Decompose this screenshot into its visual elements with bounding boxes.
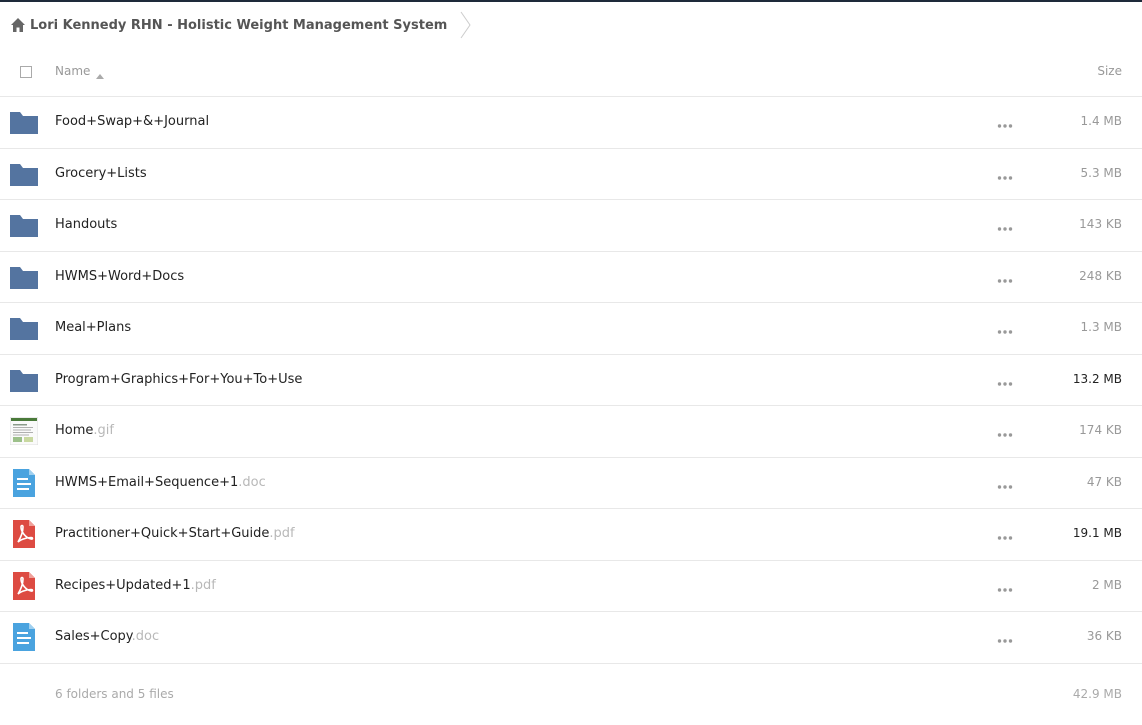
item-name-link[interactable]: Grocery+Lists: [55, 166, 147, 181]
item-name-link[interactable]: Home.gif: [55, 423, 114, 438]
folder-row[interactable]: Grocery+Lists 5.3 MB: [0, 149, 1142, 200]
item-name: Recipes+Updated+1: [55, 577, 191, 593]
folder-icon[interactable]: [10, 108, 38, 136]
list-footer: 6 folders and 5 files 42.9 MB: [0, 680, 1142, 710]
item-extension: .doc: [131, 629, 160, 644]
item-name-link[interactable]: Recipes+Updated+1.pdf: [55, 578, 216, 593]
item-name: Food+Swap+&+Journal: [55, 114, 210, 129]
size-column-header[interactable]: Size: [1097, 64, 1122, 78]
top-border: [0, 0, 1142, 2]
breadcrumb-chevron-icon: [459, 11, 473, 39]
folder-row[interactable]: HWMS+Word+Docs 248 KB: [0, 252, 1142, 303]
more-options-icon[interactable]: [997, 220, 1013, 232]
folder-icon[interactable]: [10, 211, 38, 239]
folder-row[interactable]: Program+Graphics+For+You+To+Use 13.2 MB: [0, 355, 1142, 406]
item-size: 174 KB: [1079, 423, 1122, 437]
home-icon[interactable]: [10, 17, 26, 33]
folder-icon[interactable]: [10, 314, 38, 342]
more-options-icon[interactable]: [997, 375, 1013, 387]
document-icon[interactable]: [10, 468, 38, 497]
pdf-icon[interactable]: [10, 520, 38, 548]
item-count-summary: 6 folders and 5 files: [55, 687, 174, 701]
item-size: 19.1 MB: [1072, 526, 1122, 540]
breadcrumb: Lori Kennedy RHN - Holistic Weight Manag…: [10, 11, 473, 39]
item-size: 5.3 MB: [1080, 165, 1122, 180]
more-options-icon[interactable]: [997, 632, 1013, 644]
item-name-link[interactable]: Sales+Copy.doc: [55, 629, 159, 644]
item-extension: .pdf: [190, 577, 216, 593]
item-size: 1.4 MB: [1080, 114, 1122, 128]
item-size: 13.2 MB: [1072, 371, 1122, 386]
more-options-icon[interactable]: [997, 169, 1013, 181]
item-size: 143 KB: [1079, 217, 1122, 231]
more-options-icon[interactable]: [997, 323, 1013, 335]
item-name: Home: [55, 423, 94, 438]
document-icon[interactable]: [10, 623, 38, 651]
folder-row[interactable]: Food+Swap+&+Journal 1.4 MB: [0, 97, 1142, 149]
item-name-link[interactable]: Practitioner+Quick+Start+Guide.pdf: [55, 526, 295, 541]
item-name-link[interactable]: Handouts: [55, 217, 117, 232]
folder-icon[interactable]: [10, 366, 38, 394]
image-thumbnail-icon[interactable]: [9, 416, 39, 446]
select-all-checkbox[interactable]: [20, 66, 32, 78]
file-row[interactable]: Recipes+Updated+1.pdf 2 MB: [0, 561, 1142, 612]
pdf-icon[interactable]: [10, 571, 38, 600]
item-name-link[interactable]: Meal+Plans: [55, 320, 131, 335]
name-column-header[interactable]: Name: [55, 64, 105, 79]
file-row[interactable]: HWMS+Email+Sequence+1.doc 47 KB: [0, 458, 1142, 509]
item-name-link[interactable]: Food+Swap+&+Journal: [55, 114, 209, 129]
item-extension: .doc: [238, 474, 266, 490]
item-name: Meal+Plans: [55, 320, 132, 335]
item-name: Program+Graphics+For+You+To+Use: [55, 371, 303, 387]
more-options-icon[interactable]: [997, 272, 1013, 284]
more-options-icon[interactable]: [997, 478, 1013, 490]
item-size: 248 KB: [1079, 268, 1122, 283]
folder-row[interactable]: Meal+Plans 1.3 MB: [0, 303, 1142, 355]
folder-row[interactable]: Handouts 143 KB: [0, 200, 1142, 252]
item-size: 36 KB: [1086, 629, 1122, 643]
sort-ascending-icon: [96, 68, 105, 79]
name-column-label: Name: [55, 64, 91, 78]
item-extension: .pdf: [269, 526, 295, 541]
item-name: Handouts: [55, 217, 118, 232]
item-name: HWMS+Word+Docs: [55, 268, 185, 284]
file-list: Food+Swap+&+Journal 1.4 MB Grocery+Lists 5.…: [0, 97, 1142, 664]
item-name: Grocery+Lists: [55, 165, 147, 181]
item-size: 1.3 MB: [1080, 320, 1122, 334]
more-options-icon[interactable]: [997, 426, 1013, 438]
file-row[interactable]: Practitioner+Quick+Start+Guide.pdf 19.1 M…: [0, 509, 1142, 561]
more-options-icon[interactable]: [997, 117, 1013, 129]
file-row[interactable]: Home.gif 174 KB: [0, 406, 1142, 458]
folder-icon[interactable]: [10, 263, 38, 291]
breadcrumb-current-folder[interactable]: Lori Kennedy RHN - Holistic Weight Manag…: [30, 18, 447, 33]
item-size: 47 KB: [1086, 474, 1122, 489]
total-size: 42.9 MB: [1072, 687, 1122, 701]
item-name: HWMS+Email+Sequence+1: [55, 474, 239, 490]
item-name-link[interactable]: Program+Graphics+For+You+To+Use: [55, 372, 302, 387]
item-name-link[interactable]: HWMS+Word+Docs: [55, 269, 184, 284]
item-name-link[interactable]: HWMS+Email+Sequence+1.doc: [55, 475, 266, 490]
item-name: Sales+Copy: [55, 629, 132, 644]
list-header: Name Size: [0, 46, 1142, 97]
folder-icon[interactable]: [10, 160, 38, 188]
item-extension: .gif: [93, 423, 114, 438]
more-options-icon[interactable]: [997, 581, 1013, 593]
item-name: Practitioner+Quick+Start+Guide: [55, 526, 270, 541]
more-options-icon[interactable]: [997, 529, 1013, 541]
file-row[interactable]: Sales+Copy.doc 36 KB: [0, 612, 1142, 664]
item-size: 2 MB: [1091, 577, 1122, 592]
